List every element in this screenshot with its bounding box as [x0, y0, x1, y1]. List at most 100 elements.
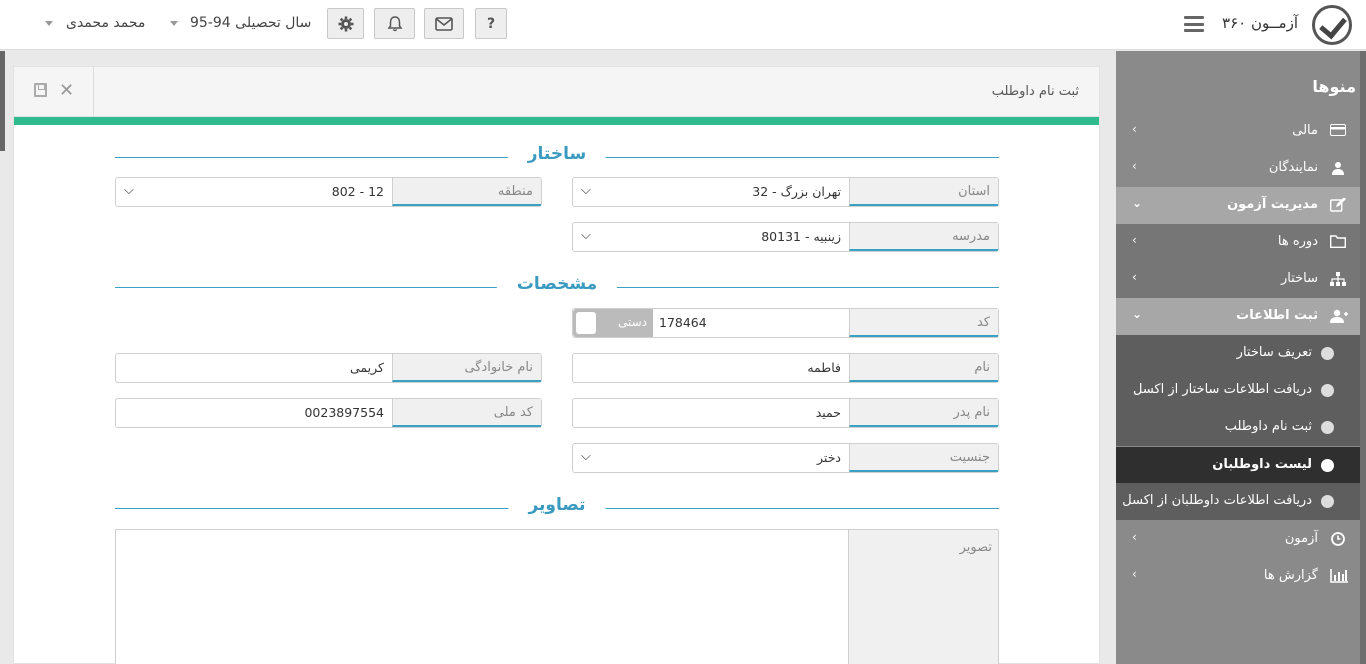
year-chevron-down-icon[interactable] — [170, 21, 178, 26]
field-value: 80131 - زینبیه — [761, 229, 841, 244]
user-menu[interactable]: محمد محمدی — [66, 15, 145, 31]
sidebar-item-reports[interactable]: ‹ گزارش ها — [1116, 558, 1360, 595]
sidebar-title: منوها — [1312, 77, 1356, 96]
help-button[interactable]: ? — [475, 8, 507, 39]
bar-chart-icon — [1330, 569, 1348, 583]
circle-icon — [1321, 347, 1334, 360]
sidebar-subitem-define-structure[interactable]: تعریف ساختار — [1116, 335, 1360, 372]
field-label: کد ملی — [392, 399, 541, 427]
sidebar-subitem-import-candidates-excel[interactable]: دریافت اطلاعات داوطلبان از اکسل — [1116, 483, 1360, 520]
field-label: نام خانوادگی — [392, 354, 541, 382]
sidebar-subitem-candidate-list[interactable]: لیست داوطلبان — [1116, 447, 1360, 484]
chevron-left-icon: ‹ — [1132, 233, 1137, 247]
save-icon[interactable] — [34, 83, 47, 97]
field-label: کد — [849, 309, 998, 337]
panel-title: ثبت نام داوطلب — [991, 84, 1079, 99]
chevron-down-icon: ⌵ — [581, 449, 591, 464]
messages-button[interactable] — [424, 8, 464, 39]
credit-card-icon — [1330, 124, 1346, 138]
clock-icon — [1330, 532, 1346, 546]
field-value: 0023897554 — [304, 405, 384, 420]
chevron-down-icon: ⌵ — [581, 183, 591, 198]
sidebar-subitem-label: تعریف ساختار — [1236, 345, 1312, 360]
sidebar-item-label: نمایندگان — [1268, 160, 1318, 175]
top-header: آزمــون ۳۶۰ ? سال تحصیلی 94-95 محمد محمد… — [0, 0, 1366, 50]
chevron-left-icon: ‹ — [1132, 567, 1137, 581]
sidebar-subitem-import-structure-excel[interactable]: دریافت اطلاعات ساختار از اکسل — [1116, 372, 1360, 409]
toggle-knob[interactable] — [576, 312, 596, 334]
panel-header: ✕ ثبت نام داوطلب — [14, 67, 1099, 117]
sidebar-item-label: دوره ها — [1277, 234, 1318, 249]
sidebar-item-label: ساختار — [1280, 271, 1318, 286]
field-label: نام پدر — [849, 399, 998, 427]
sidebar-item-exam[interactable]: ‹ آزمون — [1116, 521, 1360, 558]
photo-upload-area[interactable]: تصویر — [115, 529, 999, 664]
chevron-down-icon: ⌵ — [581, 228, 591, 243]
field-label: استان — [849, 178, 998, 206]
bell-icon — [387, 16, 402, 32]
field-label: منطقه — [392, 178, 541, 206]
sitemap-icon — [1330, 272, 1346, 286]
academic-year-select[interactable]: سال تحصیلی 94-95 — [190, 15, 311, 31]
folder-icon — [1330, 235, 1346, 249]
sidebar-item-agents[interactable]: ‹ نمایندگان — [1116, 150, 1360, 187]
page-scrollbar[interactable] — [0, 51, 5, 151]
section-title: ساختار — [507, 144, 607, 164]
sidebar-item-data-entry[interactable]: ⌄ ثبت اطلاعات — [1116, 298, 1360, 335]
logo-check-icon — [1312, 5, 1352, 45]
user-plus-icon — [1330, 309, 1348, 323]
user-chevron-down-icon[interactable] — [45, 21, 53, 26]
gear-icon — [338, 16, 353, 31]
school-select[interactable]: مدرسه 80131 - زینبیه ⌵ — [572, 222, 999, 252]
field-value: حمید — [815, 405, 841, 420]
first-name-field[interactable]: نام فاطمه — [572, 353, 999, 383]
circle-icon — [1321, 459, 1334, 472]
notifications-button[interactable] — [374, 8, 415, 39]
field-label: تصویر — [848, 530, 998, 664]
settings-button[interactable] — [327, 8, 364, 39]
section-structure: ساختار — [115, 144, 999, 167]
sidebar-item-structure[interactable]: ‹ ساختار — [1116, 261, 1360, 298]
close-icon[interactable]: ✕ — [59, 80, 74, 101]
chevron-down-icon: ⌵ — [124, 183, 134, 198]
chevron-left-icon: ‹ — [1132, 159, 1137, 173]
sidebar-item-label: ثبت اطلاعات — [1236, 308, 1318, 323]
sidebar-item-label: آزمون — [1284, 531, 1318, 546]
field-label: نام — [849, 354, 998, 382]
field-value: دختر — [817, 450, 841, 465]
help-icon: ? — [486, 15, 496, 32]
chevron-down-icon: ⌄ — [1132, 196, 1143, 210]
envelope-icon — [435, 16, 453, 31]
region-select[interactable]: منطقه 802 - 12 ⌵ — [115, 177, 542, 207]
sidebar-subitem-register-candidate[interactable]: ثبت نام داوطلب — [1116, 409, 1360, 446]
manual-code-toggle[interactable]: دستی — [573, 309, 653, 337]
circle-icon — [1321, 384, 1334, 397]
field-value: 178464 — [659, 315, 707, 330]
sidebar: منوها ‹ مالی ‹ نمایندگان ⌄ مدیریت آزمون … — [1116, 51, 1366, 664]
province-select[interactable]: استان 32 - تهران بزرگ ⌵ — [572, 177, 999, 207]
agent-icon — [1330, 161, 1346, 175]
gender-select[interactable]: جنسیت دختر ⌵ — [572, 443, 999, 473]
header-divider — [93, 67, 94, 117]
field-value: کریمی — [350, 360, 384, 375]
circle-icon — [1321, 495, 1334, 508]
hamburger-menu-icon[interactable] — [1184, 16, 1204, 32]
code-field[interactable]: کد 178464 دستی — [572, 308, 999, 338]
sidebar-item-label: گزارش ها — [1263, 568, 1318, 583]
section-title: تصاویر — [508, 495, 606, 515]
sidebar-item-finance[interactable]: ‹ مالی — [1116, 113, 1360, 150]
last-name-field[interactable]: نام خانوادگی کریمی — [115, 353, 542, 383]
sidebar-subitem-label: لیست داوطلبان — [1212, 457, 1312, 472]
sidebar-item-exam-management[interactable]: ⌄ مدیریت آزمون — [1116, 187, 1360, 224]
edit-icon — [1329, 197, 1346, 212]
chevron-left-icon: ‹ — [1132, 270, 1137, 284]
sidebar-item-courses[interactable]: ‹ دوره ها — [1116, 224, 1360, 261]
sidebar-item-label: مالی — [1292, 123, 1318, 138]
chevron-left-icon: ‹ — [1132, 122, 1137, 136]
sidebar-subitem-label: دریافت اطلاعات داوطلبان از اکسل — [1122, 493, 1312, 508]
sidebar-scrollbar[interactable] — [1360, 51, 1366, 664]
father-name-field[interactable]: نام پدر حمید — [572, 398, 999, 428]
field-value: 32 - تهران بزرگ — [752, 184, 841, 199]
national-id-field[interactable]: کد ملی 0023897554 — [115, 398, 542, 428]
section-title: مشخصات — [496, 274, 618, 294]
